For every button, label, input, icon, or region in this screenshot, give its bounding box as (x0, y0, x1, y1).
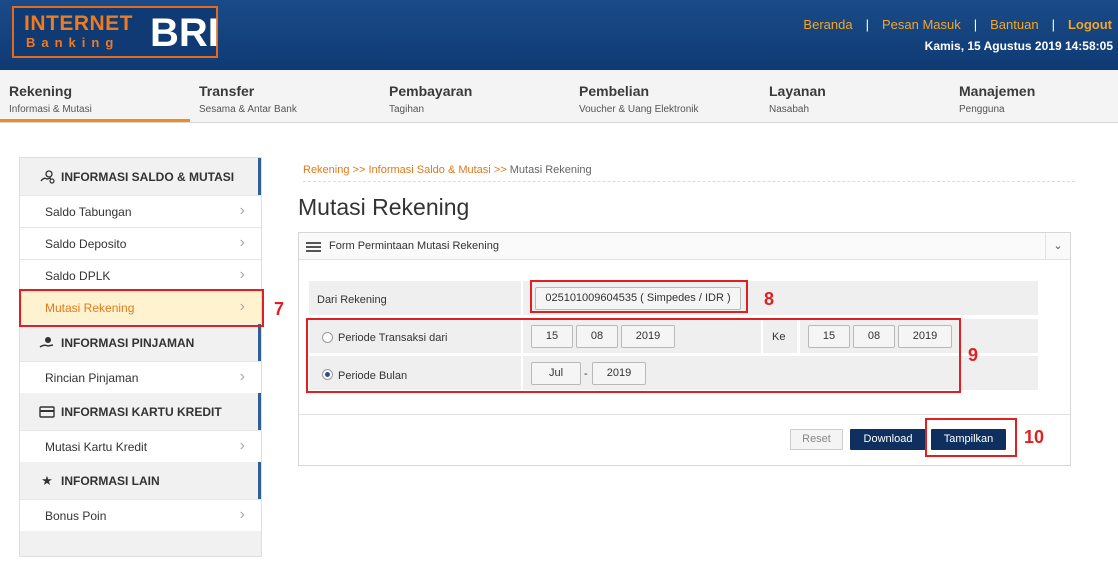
panel-footer-divider (299, 414, 1070, 415)
sidebar-item-mutasi-kartu-kredit[interactable]: Mutasi Kartu Kredit › (20, 430, 261, 462)
nav-separator: | (865, 17, 869, 32)
menu-subtitle: Tagihan (389, 104, 425, 115)
menu-title: Pembayaran (389, 83, 473, 99)
annotation-box-9 (306, 318, 961, 393)
chevron-right-icon: › (239, 266, 245, 283)
reset-button[interactable]: Reset (790, 429, 843, 450)
nav-pesan-masuk-link[interactable]: Pesan Masuk (882, 17, 961, 32)
breadcrumb-informasi-link[interactable]: Informasi Saldo & Mutasi (368, 164, 490, 176)
sidebar-section-pinjaman: INFORMASI PINJAMAN (20, 324, 261, 361)
top-nav: Beranda | Pesan Masuk | Bantuan | Logout (803, 17, 1112, 32)
sidebar-section-saldo-mutasi: INFORMASI SALDO & MUTASI (20, 158, 261, 195)
menu-title: Pembelian (579, 83, 650, 99)
annotation-box-10 (925, 418, 1017, 457)
breadcrumb-current: Mutasi Rekening (509, 164, 592, 176)
menu-pembelian[interactable]: Pembelian Voucher & Uang Elektronik (570, 70, 760, 122)
sidebar: INFORMASI SALDO & MUTASI Saldo Tabungan … (19, 157, 262, 557)
annotation-number-9: 9 (968, 345, 979, 365)
nav-bantuan-link[interactable]: Bantuan (990, 17, 1038, 32)
logo-bri-text: BRI (150, 11, 219, 55)
menu-rekening[interactable]: Rekening Informasi & Mutasi (0, 70, 190, 122)
menu-subtitle: Nasabah (769, 104, 810, 115)
chevron-right-icon: › (239, 202, 245, 219)
page-title: Mutasi Rekening (298, 194, 470, 220)
menu-subtitle: Voucher & Uang Elektronik (579, 104, 699, 115)
nav-logout-link[interactable]: Logout (1068, 17, 1112, 32)
header-bar: INTERNET Banking BRI Beranda | Pesan Masuk… (0, 0, 1118, 70)
menu-subtitle: Informasi & Mutasi (9, 104, 92, 115)
brand-logo[interactable]: INTERNET Banking BRI (12, 6, 219, 58)
download-button[interactable]: Download (850, 429, 926, 450)
sidebar-item-saldo-dplk[interactable]: Saldo DPLK › (20, 259, 261, 291)
menu-manajemen[interactable]: Manajemen Pengguna (950, 70, 1118, 122)
breadcrumb-rekening-link[interactable]: Rekening (303, 164, 349, 176)
sidebar-section-label: INFORMASI SALDO & MUTASI (61, 170, 235, 184)
breadcrumb-divider (303, 181, 1075, 182)
menu-pembayaran[interactable]: Pembayaran Tagihan (380, 70, 570, 122)
annotation-box-8 (530, 280, 748, 313)
sidebar-item-rincian-pinjaman[interactable]: Rincian Pinjaman › (20, 361, 261, 393)
breadcrumb: Rekening >> Informasi Saldo & Mutasi >> … (303, 164, 592, 176)
menu-subtitle: Sesama & Antar Bank (199, 104, 297, 115)
menu-title: Rekening (9, 83, 73, 99)
sidebar-item-saldo-deposito[interactable]: Saldo Deposito › (20, 227, 261, 259)
breadcrumb-separator: >> (493, 164, 507, 176)
sidebar-item-label: Saldo Deposito (45, 237, 127, 251)
credit-card-icon (39, 404, 55, 420)
menu-layanan[interactable]: Layanan Nasabah (760, 70, 950, 122)
annotation-number-10: 10 (1024, 427, 1045, 447)
nav-separator: | (973, 17, 978, 32)
logo-internet-text: INTERNET (24, 12, 133, 35)
sidebar-section-label: INFORMASI PINJAMAN (61, 336, 195, 350)
sidebar-section-kartu-kredit: INFORMASI KARTU KREDIT (20, 393, 261, 430)
main-menu-bar: Rekening Informasi & Mutasi Transfer Ses… (0, 70, 1118, 123)
annotation-box-7 (19, 289, 264, 327)
panel-header: Form Permintaan Mutasi Rekening ⌄ (299, 233, 1070, 260)
sidebar-item-label: Bonus Poin (45, 509, 107, 523)
chevron-down-icon[interactable]: ⌄ (1045, 233, 1070, 259)
chevron-right-icon: › (239, 437, 245, 454)
sidebar-section-informasi-lain: ★ INFORMASI LAIN (20, 462, 261, 499)
panel-title: Form Permintaan Mutasi Rekening (329, 240, 499, 252)
money-hand-icon (39, 169, 55, 185)
breadcrumb-separator: >> (352, 164, 366, 176)
menu-icon (306, 242, 321, 252)
sidebar-section-label: INFORMASI KARTU KREDIT (61, 405, 222, 419)
chevron-right-icon: › (239, 234, 245, 251)
nav-separator: | (1051, 17, 1055, 32)
sidebar-item-label: Mutasi Kartu Kredit (45, 440, 148, 454)
logo-banking-text: Banking (26, 35, 120, 50)
annotation-number-8: 8 (764, 289, 775, 309)
sidebar-item-label: Saldo DPLK (45, 269, 111, 283)
annotation-number-7: 7 (274, 299, 285, 319)
chevron-right-icon: › (239, 368, 245, 385)
menu-transfer[interactable]: Transfer Sesama & Antar Bank (190, 70, 380, 122)
menu-subtitle: Pengguna (959, 104, 1005, 115)
sidebar-section-label: INFORMASI LAIN (61, 474, 160, 488)
menu-title: Layanan (769, 83, 826, 99)
dari-rekening-label: Dari Rekening (317, 294, 387, 306)
current-datetime: Kamis, 15 Agustus 2019 14:58:05 (924, 39, 1113, 53)
sidebar-item-bonus-poin[interactable]: Bonus Poin › (20, 499, 261, 531)
star-icon: ★ (41, 473, 53, 488)
sidebar-item-label: Saldo Tabungan (45, 205, 132, 219)
sidebar-item-saldo-tabungan[interactable]: Saldo Tabungan › (20, 195, 261, 227)
loan-hand-icon (39, 335, 55, 351)
sidebar-item-label: Rincian Pinjaman (45, 371, 139, 385)
chevron-right-icon: › (239, 506, 245, 523)
nav-beranda-link[interactable]: Beranda (803, 17, 852, 32)
menu-title: Transfer (199, 83, 255, 99)
menu-title: Manajemen (959, 83, 1036, 99)
